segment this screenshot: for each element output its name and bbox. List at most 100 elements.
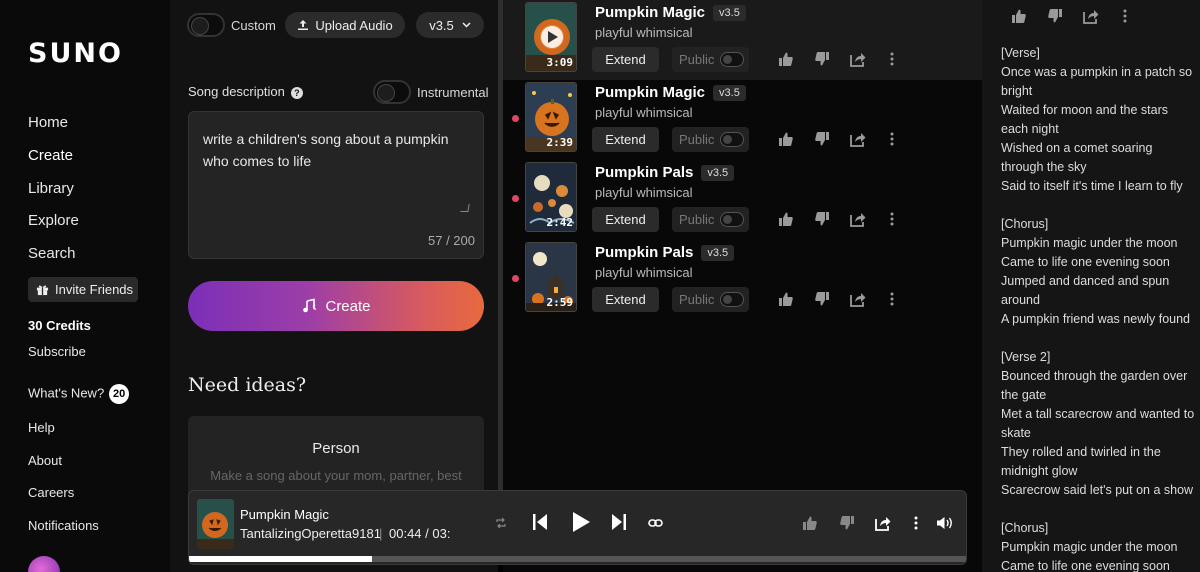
extend-button[interactable]: Extend [592, 207, 659, 232]
more-icon[interactable] [884, 291, 900, 307]
create-button[interactable]: Create [188, 281, 484, 331]
song-title[interactable]: Pumpkin Magic v3.5 [595, 4, 746, 22]
public-toggle[interactable]: Public [672, 127, 749, 152]
song-description-text[interactable]: write a children's song about a pumpkin … [203, 128, 468, 172]
thumbs-down-icon[interactable] [814, 211, 830, 227]
more-icon[interactable] [884, 131, 900, 147]
song-row[interactable]: 2:39 Pumpkin Magic v3.5 playful whimsical… [503, 80, 982, 160]
song-cover[interactable]: 3:09 [525, 2, 577, 72]
about-link[interactable]: About [28, 453, 62, 468]
song-cover[interactable]: 2:59 [525, 242, 577, 312]
previous-icon[interactable] [532, 513, 548, 531]
song-row[interactable]: 2:42 Pumpkin Pals v3.5 playful whimsical … [503, 160, 982, 240]
custom-toggle[interactable] [187, 13, 225, 37]
song-title-text[interactable]: Pumpkin Pals [595, 244, 693, 261]
help-link[interactable]: Help [28, 420, 55, 435]
extend-button[interactable]: Extend [592, 47, 659, 72]
suno-logo[interactable]: SUNO [28, 38, 123, 69]
song-list: 3:09 Pumpkin Magic v3.5 playful whimsical… [503, 0, 982, 572]
play-icon[interactable] [571, 511, 591, 533]
player-cover[interactable] [197, 499, 234, 549]
nav-search[interactable]: Search [28, 245, 76, 262]
song-title[interactable]: Pumpkin Pals v3.5 [595, 244, 735, 262]
more-icon[interactable] [908, 515, 924, 531]
share-icon[interactable] [1083, 8, 1099, 24]
whats-new-link[interactable]: What's New? 20 [28, 384, 130, 404]
song-style[interactable]: playful whimsical [595, 265, 693, 280]
music-note-icon [303, 298, 317, 313]
song-title[interactable]: Pumpkin Magic v3.5 [595, 84, 746, 102]
subscribe-link[interactable]: Subscribe [28, 344, 86, 359]
player-artist[interactable]: TantalizingOperetta9181 [240, 526, 381, 541]
thumbs-up-icon[interactable] [778, 51, 794, 67]
thumbs-down-icon[interactable] [1047, 8, 1063, 24]
song-style[interactable]: playful whimsical [595, 25, 693, 40]
nav-create[interactable]: Create [28, 147, 73, 164]
careers-link[interactable]: Careers [28, 485, 74, 500]
public-switch[interactable] [720, 52, 744, 67]
more-icon[interactable] [884, 51, 900, 67]
song-title-text[interactable]: Pumpkin Magic [595, 4, 705, 21]
song-row[interactable]: 3:09 Pumpkin Magic v3.5 playful whimsical… [503, 0, 982, 80]
song-version-badge: v3.5 [701, 245, 735, 262]
song-row[interactable]: 2:59 Pumpkin Pals v3.5 playful whimsical … [503, 240, 982, 320]
share-icon[interactable] [850, 51, 866, 67]
song-title[interactable]: Pumpkin Pals v3.5 [595, 164, 735, 182]
share-icon[interactable] [850, 291, 866, 307]
nav-library[interactable]: Library [28, 180, 74, 197]
volume-icon[interactable] [936, 516, 954, 530]
thumbs-up-icon[interactable] [778, 291, 794, 307]
avatar[interactable] [28, 556, 60, 572]
unread-dot [512, 275, 519, 282]
share-icon[interactable] [850, 211, 866, 227]
player-time: 00:44 / 03: [389, 526, 451, 541]
thumbs-down-icon[interactable] [814, 131, 830, 147]
song-title-text[interactable]: Pumpkin Magic [595, 84, 705, 101]
instrumental-label: Instrumental [417, 85, 489, 100]
nav-home[interactable]: Home [28, 114, 68, 131]
public-switch[interactable] [720, 292, 744, 307]
thumbs-up-icon[interactable] [1011, 8, 1027, 24]
thumbs-down-icon[interactable] [814, 291, 830, 307]
player-song-title[interactable]: Pumpkin Magic [240, 507, 329, 522]
extend-button[interactable]: Extend [592, 127, 659, 152]
repeat-icon[interactable] [495, 517, 507, 529]
song-style[interactable]: playful whimsical [595, 185, 693, 200]
share-icon[interactable] [850, 131, 866, 147]
instrumental-toggle[interactable] [373, 80, 411, 104]
link-icon[interactable] [648, 517, 663, 529]
invite-friends-button[interactable]: Invite Friends [28, 277, 138, 302]
thumbs-down-icon[interactable] [839, 515, 855, 531]
more-icon[interactable] [1117, 8, 1133, 24]
version-select[interactable]: v3.5 [416, 12, 484, 38]
song-description-input[interactable]: write a children's song about a pumpkin … [188, 111, 484, 259]
song-duration: 2:59 [546, 296, 574, 309]
thumbs-up-icon[interactable] [802, 515, 818, 531]
song-title-text[interactable]: Pumpkin Pals [595, 164, 693, 181]
extend-button[interactable]: Extend [592, 287, 659, 312]
song-cover[interactable]: 2:42 [525, 162, 577, 232]
thumbs-down-icon[interactable] [814, 51, 830, 67]
progress-bar[interactable] [189, 556, 966, 562]
public-toggle[interactable]: Public [672, 287, 749, 312]
help-icon[interactable]: ? [290, 86, 303, 99]
thumbs-up-icon[interactable] [778, 211, 794, 227]
whats-new-badge: 20 [109, 384, 130, 404]
song-duration: 2:42 [546, 216, 574, 229]
public-switch[interactable] [720, 132, 744, 147]
resize-handle-icon[interactable] [460, 204, 470, 212]
song-cover[interactable]: 2:39 [525, 82, 577, 152]
nav-explore[interactable]: Explore [28, 212, 79, 229]
song-duration: 3:09 [546, 56, 574, 69]
next-icon[interactable] [611, 513, 627, 531]
thumbs-up-icon[interactable] [778, 131, 794, 147]
public-switch[interactable] [720, 212, 744, 227]
share-icon[interactable] [875, 515, 891, 531]
song-style[interactable]: playful whimsical [595, 105, 693, 120]
notifications-link[interactable]: Notifications [28, 518, 99, 533]
custom-label: Custom [231, 18, 276, 33]
public-toggle[interactable]: Public [672, 207, 749, 232]
public-toggle[interactable]: Public [672, 47, 749, 72]
more-icon[interactable] [884, 211, 900, 227]
upload-audio-button[interactable]: Upload Audio [285, 12, 405, 38]
